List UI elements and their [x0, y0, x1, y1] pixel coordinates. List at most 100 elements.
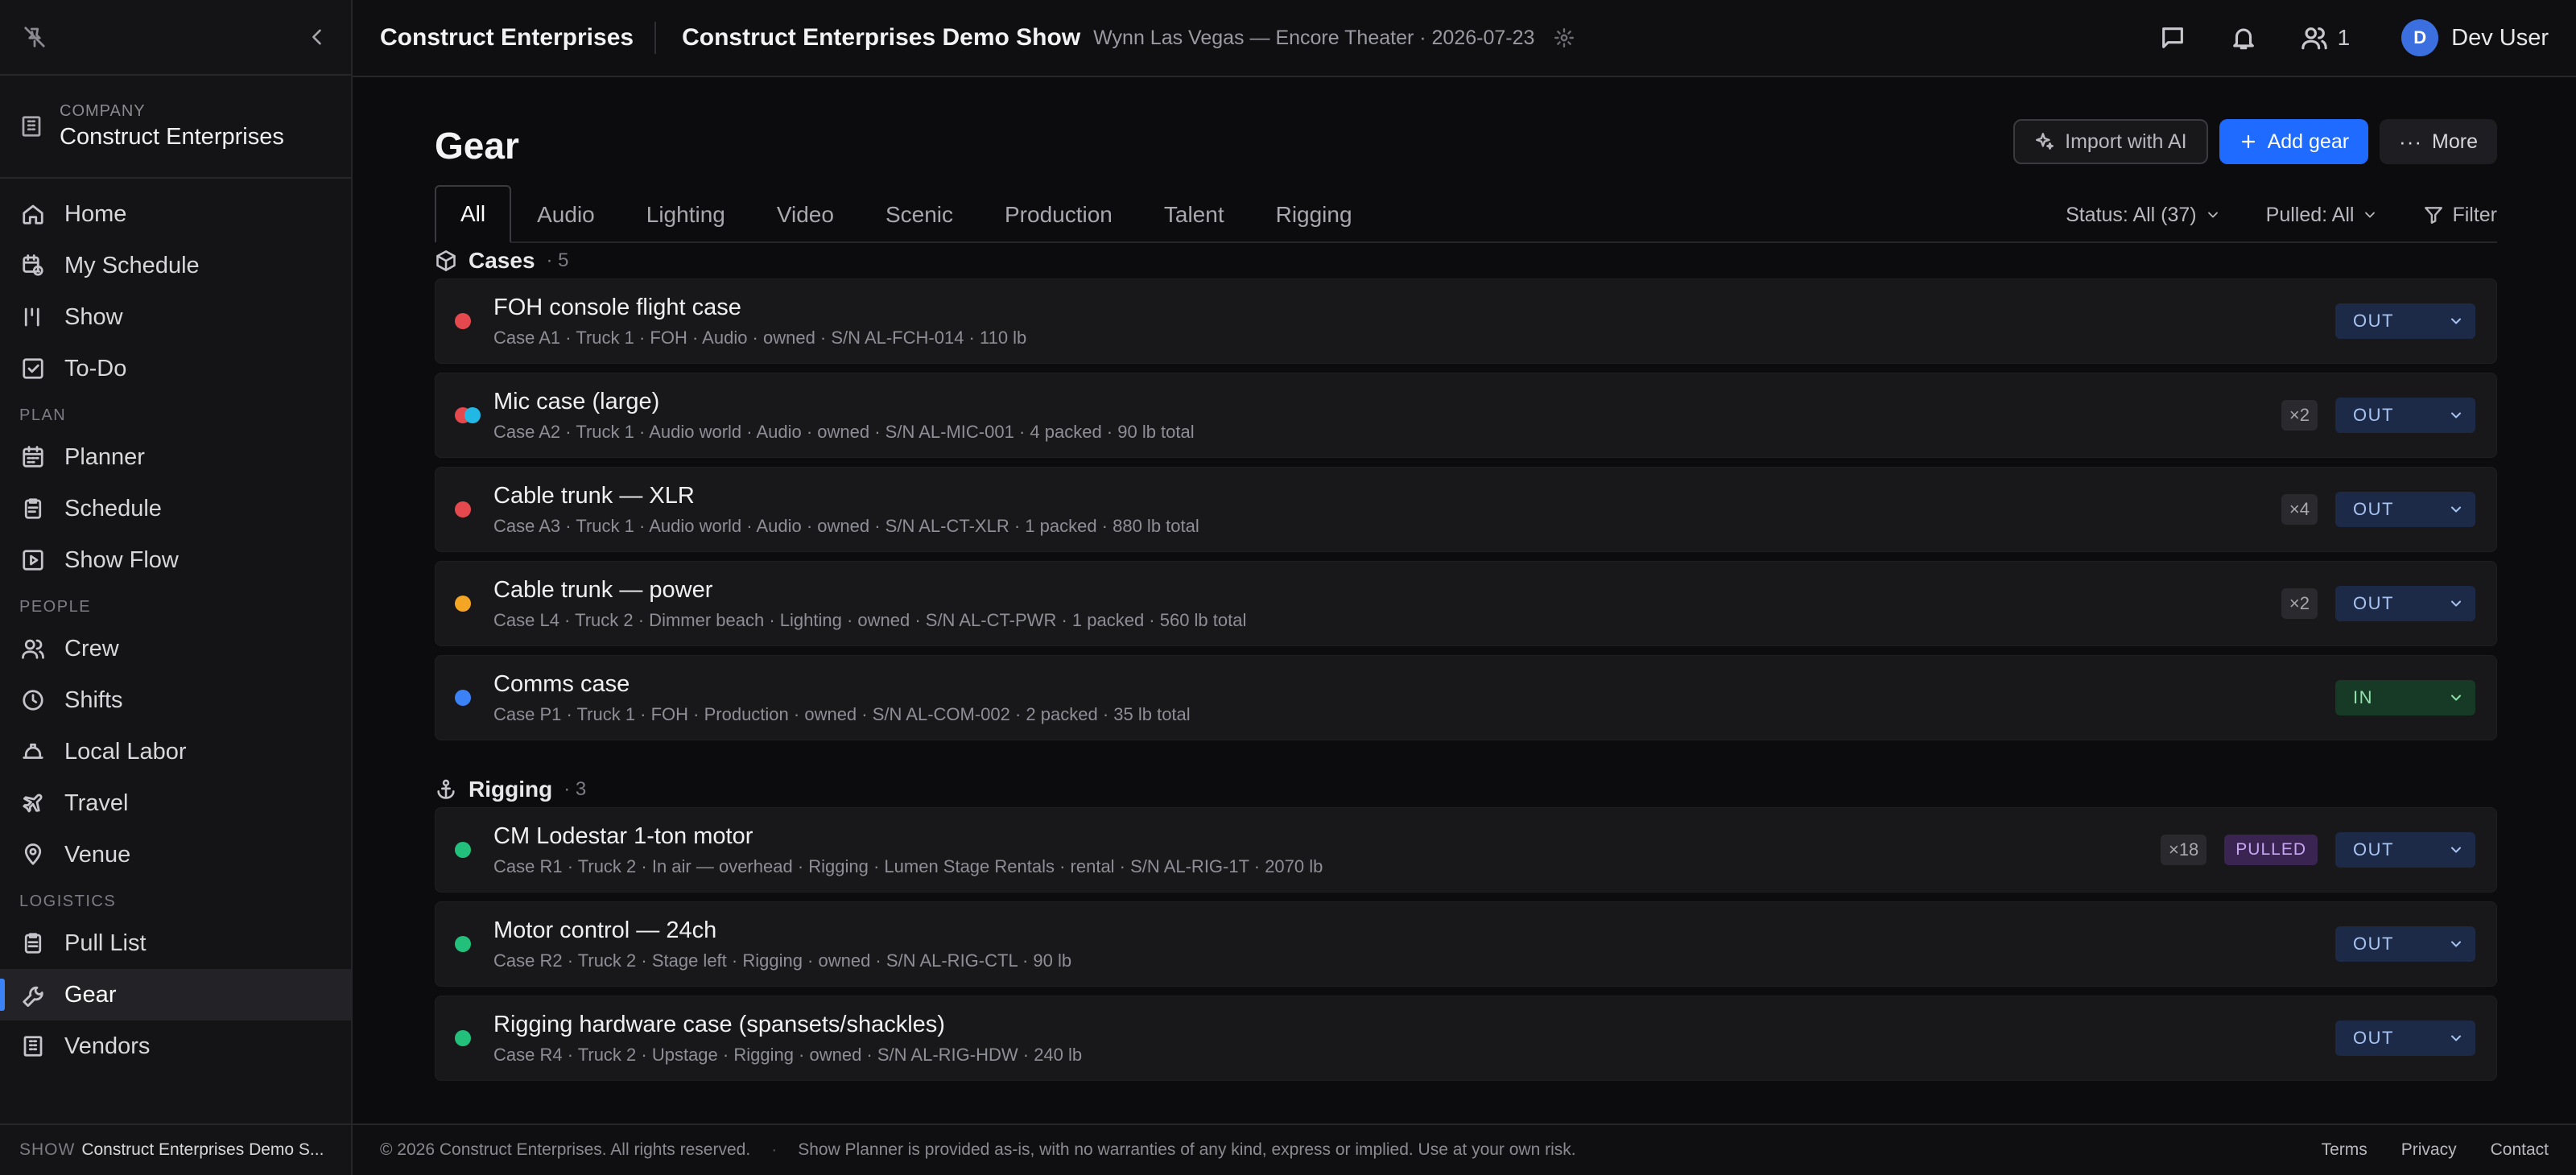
department-dot: [455, 1030, 471, 1046]
sidebar-item-show-flow[interactable]: Show Flow: [0, 534, 351, 586]
play-square-icon: [19, 546, 47, 574]
bars-icon: [19, 303, 47, 331]
tab-rigging[interactable]: Rigging: [1250, 188, 1378, 241]
gear-name: Cable trunk — power: [493, 576, 713, 603]
status-select[interactable]: OUT: [2335, 492, 2475, 527]
gear-meta: Case A2 · Truck 1 · Audio world · Audio …: [493, 421, 1195, 442]
gear-info: Cable trunk — power Case L4 · Truck 2 · D…: [493, 577, 2281, 631]
sidebar-show-selector[interactable]: SHOW Construct Enterprises Demo S...: [0, 1123, 351, 1175]
sidebar-item-todo[interactable]: To-Do: [0, 343, 351, 394]
tab-scenic[interactable]: Scenic: [860, 188, 979, 241]
company-switcher[interactable]: COMPANY Construct Enterprises: [0, 76, 351, 179]
import-with-ai-button[interactable]: Import with AI: [2013, 119, 2208, 164]
sidebar-item-label: Venue: [64, 841, 131, 868]
status-value: OUT: [2353, 593, 2394, 613]
anchor-icon: [435, 778, 457, 801]
chevron-down-icon: [2205, 207, 2221, 223]
group-name: Cases: [469, 248, 535, 273]
tab-video[interactable]: Video: [751, 188, 860, 241]
chevron-down-icon: [2448, 313, 2464, 329]
sidebar-item-show[interactable]: Show: [0, 291, 351, 343]
status-filter-dropdown[interactable]: Status: All (37): [2066, 204, 2221, 227]
tab-lighting[interactable]: Lighting: [621, 188, 751, 241]
footer-link-terms[interactable]: Terms: [2322, 1140, 2368, 1160]
sidebar-item-label: Show: [64, 303, 123, 330]
chevron-down-icon: [2448, 407, 2464, 423]
gear-groups: Cases · 5 FOH console flight case Case A1 ·…: [435, 243, 2497, 1081]
brand-name[interactable]: Construct Enterprises: [380, 22, 657, 54]
company-label: COMPANY: [60, 102, 146, 120]
chat-icon[interactable]: [2159, 24, 2186, 52]
gear-row[interactable]: Cable trunk — power Case L4 · Truck 2 · D…: [435, 561, 2497, 646]
gear-row[interactable]: Mic case (large) Case A2 · Truck 1 · Audi…: [435, 373, 2497, 458]
filter-button[interactable]: Filter: [2423, 204, 2497, 227]
sidebar-item-shifts[interactable]: Shifts: [0, 674, 351, 726]
gear-row[interactable]: Comms case Case P1 · Truck 1 · FOH · Prod…: [435, 655, 2497, 740]
sidebar-item-label: Vendors: [64, 1033, 151, 1059]
footer-link-contact[interactable]: Contact: [2491, 1140, 2549, 1160]
chevron-down-icon: [2448, 1030, 2464, 1046]
status-value: OUT: [2353, 499, 2394, 519]
status-select[interactable]: OUT: [2335, 926, 2475, 962]
sidebar-item-label: Show Flow: [64, 546, 179, 573]
status-select[interactable]: OUT: [2335, 303, 2475, 339]
gear-row[interactable]: Rigging hardware case (spansets/shackles…: [435, 996, 2497, 1081]
add-gear-button[interactable]: Add gear: [2219, 119, 2369, 164]
tab-audio[interactable]: Audio: [511, 188, 621, 241]
pin-off-icon[interactable]: [23, 25, 47, 49]
users-icon: [2301, 24, 2328, 52]
avatar: D: [2401, 19, 2439, 56]
user-menu[interactable]: D Dev User: [2401, 19, 2549, 56]
building-icon: [19, 114, 43, 138]
sidebar-item-label: My Schedule: [64, 252, 200, 278]
gear-row[interactable]: Motor control — 24ch Case R2 · Truck 2 · …: [435, 901, 2497, 987]
tabs-row: All Audio Lighting Video Scenic Producti…: [435, 185, 2497, 243]
sidebar-item-home[interactable]: Home: [0, 188, 351, 240]
online-users-button[interactable]: 1: [2301, 24, 2350, 52]
pulled-filter-dropdown[interactable]: Pulled: All: [2266, 204, 2379, 227]
tab-production[interactable]: Production: [979, 188, 1138, 241]
sidebar-item-pull-list[interactable]: Pull List: [0, 917, 351, 969]
gear-row[interactable]: CM Lodestar 1-ton motor Case R1 · Truck 2…: [435, 807, 2497, 893]
sidebar-item-vendors[interactable]: Vendors: [0, 1020, 351, 1072]
more-button[interactable]: ··· More: [2380, 119, 2497, 164]
gear-row[interactable]: Cable trunk — XLR Case A3 · Truck 1 · Aud…: [435, 467, 2497, 552]
gear-row[interactable]: FOH console flight case Case A1 · Truck 1…: [435, 278, 2497, 364]
gear-icon[interactable]: [1554, 27, 1575, 48]
copyright: © 2026 Construct Enterprises. All rights…: [380, 1140, 751, 1159]
status-select[interactable]: OUT: [2335, 586, 2475, 621]
gear-info: Cable trunk — XLR Case A3 · Truck 1 · Aud…: [493, 483, 2281, 537]
tab-all[interactable]: All: [435, 185, 512, 243]
gear-info: FOH console flight case Case A1 · Truck 1…: [493, 295, 2335, 348]
department-dot: [455, 596, 471, 612]
status-select[interactable]: OUT: [2335, 832, 2475, 868]
sidebar-item-gear[interactable]: Gear: [0, 969, 351, 1020]
collapse-sidebar-icon[interactable]: [306, 26, 328, 48]
sidebar-item-crew[interactable]: Crew: [0, 623, 351, 674]
sidebar-item-planner[interactable]: Planner: [0, 431, 351, 483]
gear-name: Motor control — 24ch: [493, 917, 717, 943]
sidebar-item-travel[interactable]: Travel: [0, 777, 351, 829]
quantity-badge: ×4: [2281, 494, 2318, 525]
bell-icon[interactable]: [2230, 24, 2257, 52]
quantity-badge: ×2: [2281, 588, 2318, 619]
category-tabs: All Audio Lighting Video Scenic Producti…: [435, 185, 1378, 243]
tab-talent[interactable]: Talent: [1138, 188, 1250, 241]
department-dot: [455, 690, 471, 706]
plus-icon: [2239, 132, 2258, 151]
status-value: OUT: [2353, 405, 2394, 425]
page-actions: Import with AI Add gear ··· More: [2013, 119, 2497, 164]
status-select[interactable]: OUT: [2335, 1020, 2475, 1056]
clock-icon: [19, 686, 47, 714]
status-select[interactable]: OUT: [2335, 398, 2475, 433]
sidebar-item-local-labor[interactable]: Local Labor: [0, 726, 351, 777]
sidebar-item-schedule[interactable]: Schedule: [0, 483, 351, 534]
footer-link-privacy[interactable]: Privacy: [2401, 1140, 2457, 1160]
status-select[interactable]: IN: [2335, 680, 2475, 715]
status-filter-label: Status: All (37): [2066, 203, 2197, 226]
sidebar-item-venue[interactable]: Venue: [0, 829, 351, 880]
gear-name: FOH console flight case: [493, 294, 741, 320]
gear-name: Mic case (large): [493, 388, 660, 414]
sidebar-item-my-schedule[interactable]: My Schedule: [0, 240, 351, 291]
